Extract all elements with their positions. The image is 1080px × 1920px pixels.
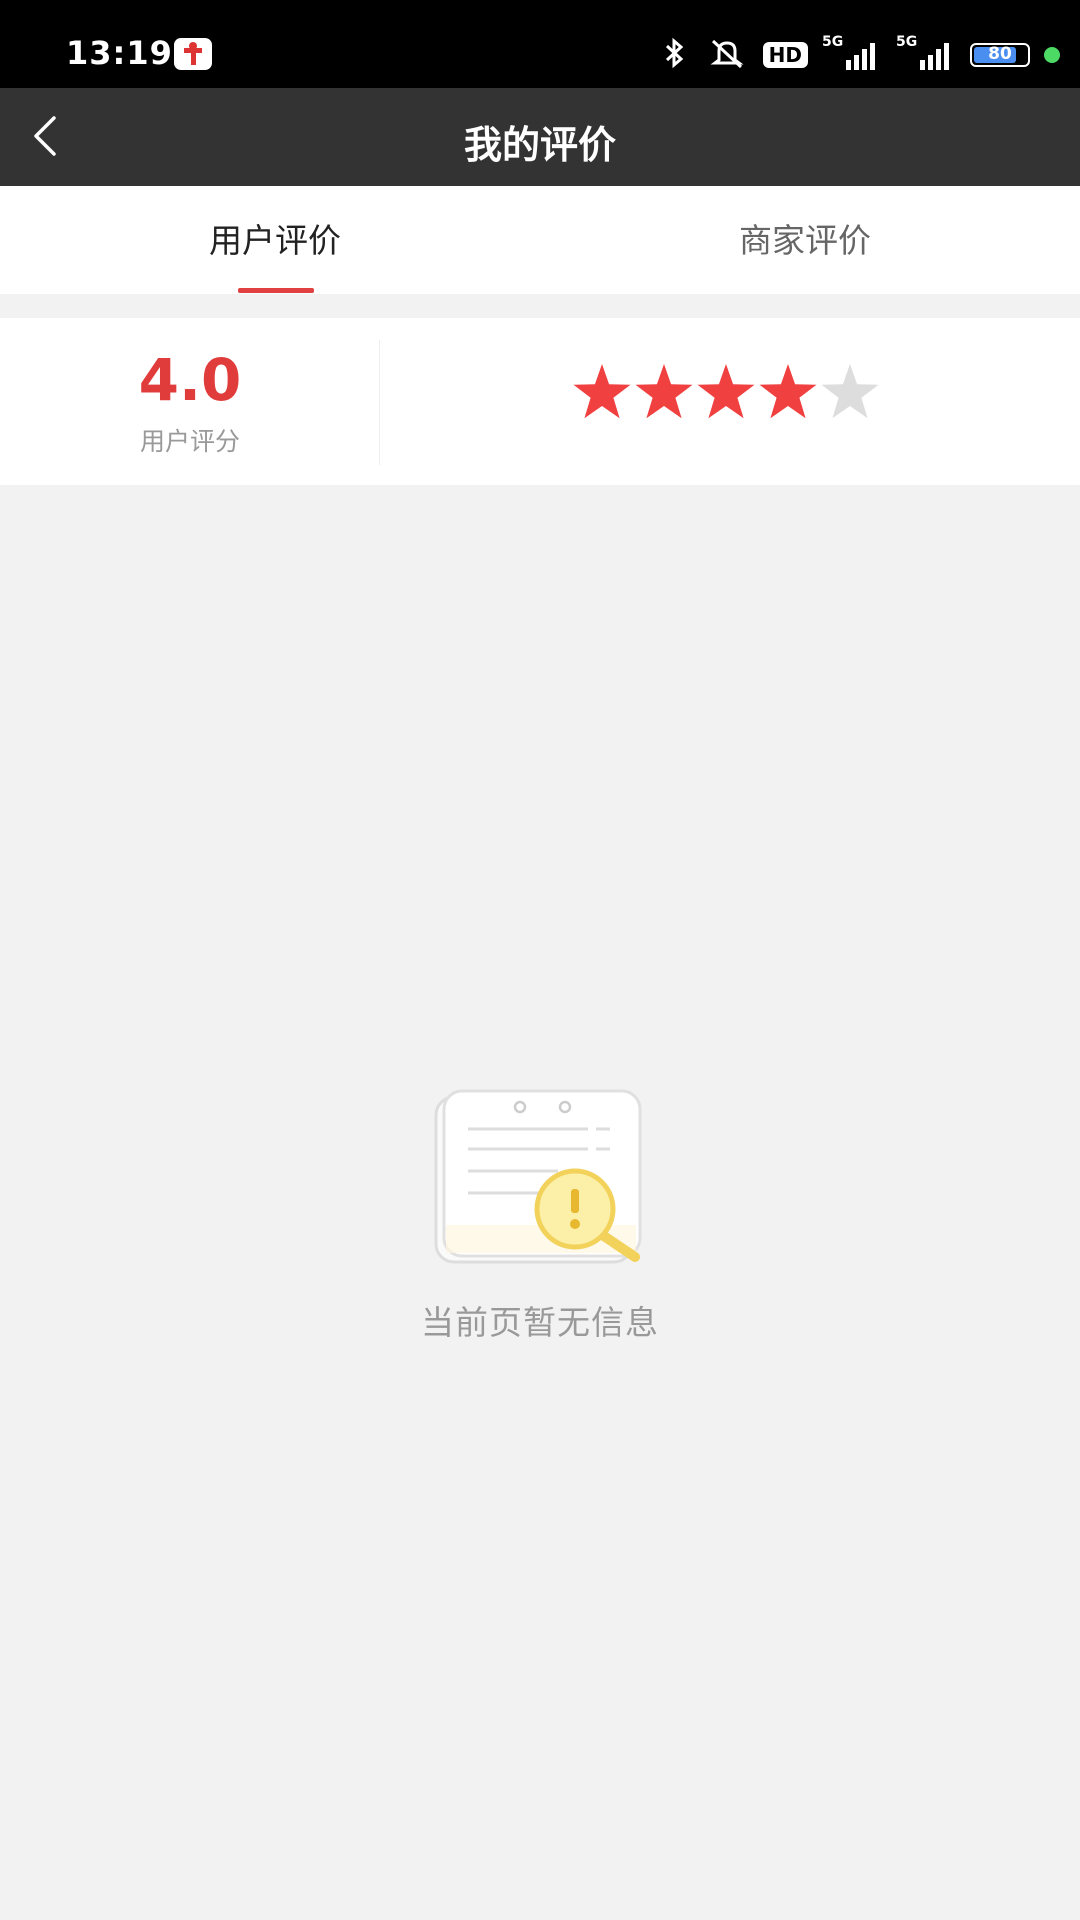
star-filled-icon [635,364,693,419]
status-bar: 13:19 HD 5G 5G 80 [0,0,1080,88]
signal-1-icon: 5G [822,34,882,70]
hd-badge: HD [762,42,808,68]
status-icons: HD 5G 5G 80 [657,30,1060,80]
bluetooth-icon [657,36,691,74]
divider [379,340,380,465]
signal-2-icon: 5G [896,34,956,70]
header: 我的评价 [0,88,1080,186]
mute-icon [705,36,749,74]
rating-panel: 4.0 用户评分 [0,318,1080,485]
active-tab-indicator [238,288,314,293]
empty-document-icon [434,1089,642,1264]
star-filled-icon [573,364,631,419]
star-filled-icon [697,364,755,419]
battery-icon: 80 [970,43,1030,67]
app-notification-icon [174,38,212,70]
status-time: 13:19 [66,34,173,72]
star-empty-icon [821,364,879,419]
tab-bar: 用户评价 商家评价 [0,186,1080,294]
star-rating [573,364,879,419]
tab-user-reviews[interactable]: 用户评价 [5,186,545,294]
empty-state-message: 当前页暂无信息 [421,1303,659,1342]
active-indicator-dot [1044,47,1060,63]
rating-label: 用户评分 [139,427,240,456]
rating-score: 4.0 [138,346,242,414]
star-filled-icon [759,364,817,419]
battery-level: 80 [988,44,1012,64]
tab-merchant-reviews[interactable]: 商家评价 [535,186,1075,294]
page-title: 我的评价 [463,123,616,167]
